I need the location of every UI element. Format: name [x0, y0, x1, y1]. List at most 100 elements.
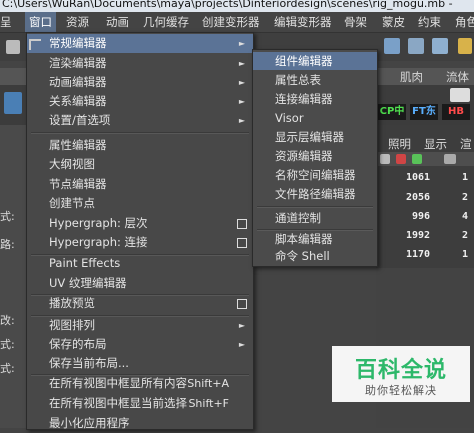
menu-item-label: 动画编辑器 — [49, 75, 107, 89]
submenu-arrow-icon: ► — [238, 78, 245, 87]
menu-assets[interactable]: 资源 — [66, 12, 89, 32]
value-cell: 2056 — [406, 192, 431, 203]
menu-item-label: Hypergraph: 连接 — [49, 235, 148, 249]
option-box-icon[interactable] — [237, 238, 247, 248]
menu-item-label: 名称空间编辑器 — [275, 168, 356, 182]
menu-window[interactable]: 窗口 — [25, 12, 56, 32]
menu-item-script-editor[interactable]: 脚本编辑器 — [253, 230, 377, 248]
menu-item-label: 创建节点 — [49, 196, 95, 210]
menu-item-label: Visor — [275, 111, 304, 125]
menu-skeleton[interactable]: 骨架 — [344, 12, 367, 32]
menu-animation[interactable]: 动画 — [106, 12, 129, 32]
menu-item-label: Hypergraph: 层次 — [49, 216, 148, 230]
option-box-icon[interactable] — [237, 299, 247, 309]
shelf-tab-fluids[interactable]: 流体 — [446, 69, 469, 85]
menu-item-label: Paint Effects — [49, 256, 121, 270]
menu-item-save-current-layout[interactable]: 保存当前布局... — [27, 354, 253, 373]
menu-item-file-path-editor[interactable]: 文件路径编辑器 — [253, 185, 377, 203]
value-cell: 1061 — [406, 172, 431, 183]
menu-constrain[interactable]: 约束 — [418, 12, 441, 32]
shelf-icon[interactable] — [450, 88, 470, 102]
menu-item-shortcut: Shift+A — [187, 377, 229, 390]
menu-item-saved-layouts[interactable]: 保存的布局 ► — [27, 335, 253, 354]
menu-item-animation-editors[interactable]: 动画编辑器 ► — [27, 73, 253, 92]
shelf-icon[interactable] — [4, 92, 22, 114]
key-icon[interactable] — [396, 154, 406, 164]
menu-item-label: 属性总表 — [275, 73, 321, 87]
menu-item-uv-texture-editor[interactable]: UV 纹理编辑器 — [27, 274, 253, 293]
left-label: 改: — [0, 314, 15, 327]
watermark-logo: 百科全说 助你轻松解决 — [332, 346, 470, 402]
menu-item-label: 大纲视图 — [49, 157, 95, 171]
menu-item-outliner[interactable]: 大纲视图 — [27, 155, 253, 174]
menu-item-label: 属性编辑器 — [49, 138, 107, 152]
menu-item-component-editor[interactable]: 组件编辑器 — [253, 52, 377, 70]
menu-separator — [257, 206, 373, 208]
submenu-arrow-icon: ► — [238, 321, 245, 330]
menu-item-namespace-editor[interactable]: 名称空间编辑器 — [253, 166, 377, 184]
toolbar-icon[interactable] — [384, 38, 400, 54]
eye-icon[interactable] — [380, 154, 390, 164]
menu-item-general-editors[interactable]: 常规编辑器 ► — [27, 34, 253, 53]
menu-item-label: 在所有视图中框显当前选择 — [49, 396, 187, 410]
menu-item-frame-all-in-all-views[interactable]: 在所有视图中框显所有内容 Shift+A — [27, 374, 253, 393]
menu-geometry-cache[interactable]: 几何缓存 — [143, 12, 189, 32]
watermark-title: 百科全说 — [354, 358, 447, 383]
shelf-button-cp[interactable]: CP中 — [378, 104, 406, 120]
menu-item-asset-editor[interactable]: 资源编辑器 — [253, 147, 377, 165]
menu-item-label: 关系编辑器 — [49, 94, 107, 108]
option-box-icon[interactable] — [237, 219, 247, 229]
menu-item-command-shell[interactable]: 命令 Shell — [253, 247, 377, 265]
menu-item-attribute-spread-sheet[interactable]: 属性总表 — [253, 71, 377, 89]
menu-item-rendering-editors[interactable]: 渲染编辑器 ► — [27, 54, 253, 73]
menu-item-minimize-application[interactable]: 最小化应用程序 — [27, 414, 253, 433]
watermark-subtitle: 助你轻松解决 — [365, 384, 437, 397]
menu-character[interactable]: 角色 — [455, 12, 474, 32]
menu-item-frame-selection-in-all-views[interactable]: 在所有视图中框显当前选择 Shift+F — [27, 394, 253, 413]
menu-item-node-editor[interactable]: 节点编辑器 — [27, 175, 253, 194]
menu-item-label: 设置/首选项 — [49, 113, 111, 127]
menu-item-label: 连接编辑器 — [275, 92, 333, 106]
submenu-arrow-icon: ► — [238, 97, 245, 106]
menu-edit-deformers[interactable]: 编辑变形器 — [274, 12, 332, 32]
menu-item-connection-editor[interactable]: 连接编辑器 — [253, 90, 377, 108]
left-label: 式: — [0, 210, 15, 223]
left-label: 式: — [0, 362, 15, 375]
menu-item-settings-preferences[interactable]: 设置/首选项 ► — [27, 111, 253, 130]
window-menu: 常规编辑器 ► 渲染编辑器 ► 动画编辑器 ► 关系编辑器 ► 设置/首选项 ►… — [26, 32, 254, 430]
menu-item-visor[interactable]: Visor — [253, 109, 377, 127]
main-menubar: 呈 窗口 资源 动画 几何缓存 创建变形器 编辑变形器 骨架 蒙皮 约束 角色 — [0, 12, 474, 33]
shelf-button-hb[interactable]: HB — [442, 104, 470, 120]
menu-item-create-node[interactable]: 创建节点 — [27, 194, 253, 213]
shelf-button-ft[interactable]: FT东 — [410, 104, 438, 120]
menu-item-paint-effects[interactable]: Paint Effects — [27, 254, 253, 273]
layer-icon[interactable] — [444, 154, 456, 164]
lock-icon[interactable] — [458, 38, 472, 54]
submenu-arrow-icon: ► — [238, 340, 245, 349]
menu-item-hypergraph-connections[interactable]: Hypergraph: 连接 — [27, 233, 253, 252]
menu-item-channel-control[interactable]: 通道控制 — [253, 209, 377, 227]
menu-item-hypergraph-hierarchy[interactable]: Hypergraph: 层次 — [27, 214, 253, 233]
shelf-tab-muscle[interactable]: 肌肉 — [400, 69, 423, 85]
menu-item-attribute-editor[interactable]: 属性编辑器 — [27, 136, 253, 155]
tab-display[interactable]: 显示 — [424, 136, 447, 152]
toolbar-icon[interactable] — [408, 38, 424, 54]
menu-item-label: UV 纹理编辑器 — [49, 276, 127, 290]
menu-item-label: 节点编辑器 — [49, 177, 107, 191]
title-bar: C:\Users\WuRan\Documents\maya\projects\D… — [0, 0, 474, 12]
tab-render[interactable]: 渲 — [460, 136, 472, 152]
menu-item-display-layer-editor[interactable]: 显示层编辑器 — [253, 128, 377, 146]
menu-skin[interactable]: 蒙皮 — [382, 12, 405, 32]
toolbar-icon[interactable] — [6, 40, 20, 54]
menu-item-view-arrangement[interactable]: 视图排列 ► — [27, 316, 253, 335]
menu-item-relationship-editors[interactable]: 关系编辑器 ► — [27, 92, 253, 111]
toolbar-icon[interactable] — [432, 38, 448, 54]
submenu-arrow-icon: ► — [238, 116, 245, 125]
tab-lighting[interactable]: 照明 — [388, 136, 411, 152]
menu-partial[interactable]: 呈 — [0, 12, 12, 32]
window-title: C:\Users\WuRan\Documents\maya\projects\D… — [2, 0, 453, 10]
menu-item-playblast[interactable]: 播放预览 — [27, 294, 253, 313]
filter-icon[interactable] — [412, 154, 422, 164]
value-cell: 4 — [462, 211, 469, 222]
menu-create-deformers[interactable]: 创建变形器 — [202, 12, 260, 32]
